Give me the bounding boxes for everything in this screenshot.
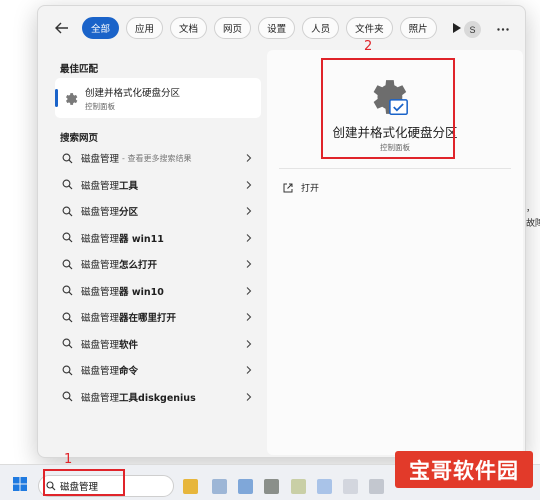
result-suggestion: 怎么打开	[119, 260, 158, 272]
result-query: 磁盘管理	[81, 313, 120, 325]
filter-chip[interactable]: 设置	[258, 17, 296, 39]
chevron-right-icon	[246, 339, 252, 348]
web-result-row[interactable]: 磁盘管理 分区	[51, 198, 263, 225]
result-suggestion: 命令	[119, 366, 139, 378]
taskbar-app-icon-4[interactable]	[264, 479, 279, 494]
back-button[interactable]	[50, 16, 74, 40]
best-match-title: 创建并格式化硬盘分区	[85, 87, 181, 99]
result-suggestion: 分区	[119, 207, 139, 219]
settings-gear-icon	[66, 93, 78, 105]
filter-chip[interactable]: 照片	[399, 17, 437, 39]
web-search-heading: 搜索网页	[60, 133, 99, 144]
taskbar-app-icon-6[interactable]	[317, 479, 332, 494]
web-results-list: 磁盘管理 - 查看更多搜索结果 磁盘管理 工具 磁盘管理 分区 磁盘管理器 win11 磁盘管…	[51, 145, 263, 410]
open-external-icon	[283, 183, 293, 192]
annotation-number-2: 2	[364, 39, 373, 54]
result-query: 磁盘管理	[81, 207, 120, 219]
background-text-1: ，	[526, 204, 536, 214]
taskbar-app-files-icon[interactable]	[183, 479, 198, 494]
web-result-row[interactable]: 磁盘管理 软件	[51, 331, 263, 358]
selection-bar	[55, 89, 58, 107]
filter-chip[interactable]: 文件夹	[346, 17, 393, 39]
web-result-row[interactable]: 磁盘管理 工具	[51, 172, 263, 199]
site-watermark: 宝哥软件园	[395, 451, 533, 488]
chevron-right-icon	[246, 154, 252, 162]
search-icon	[62, 338, 73, 349]
web-result-row[interactable]: 磁盘管理 - 查看更多搜索结果	[51, 145, 263, 172]
result-hint: - 查看更多搜索结果	[122, 153, 192, 163]
result-suggestion: 器 win11	[119, 233, 164, 245]
search-icon	[62, 365, 73, 376]
best-match-item[interactable]: 创建并格式化硬盘分区 控制面板	[55, 78, 261, 118]
filter-chip[interactable]: 全部	[82, 17, 120, 39]
annotation-box-1	[43, 469, 125, 496]
search-icon	[62, 206, 73, 217]
web-result-row[interactable]: 磁盘管理器 win11	[51, 225, 263, 252]
chevron-right-icon	[246, 233, 252, 242]
annotation-number-1: 1	[64, 452, 73, 467]
chevron-right-icon	[246, 366, 252, 374]
filter-chip[interactable]: 文档	[170, 17, 208, 39]
filter-chip[interactable]: 应用	[126, 17, 164, 39]
search-icon	[62, 179, 73, 190]
best-match-heading: 最佳匹配	[60, 64, 99, 75]
result-query: 磁盘管理	[81, 286, 120, 298]
result-query: 磁盘管理	[81, 366, 120, 378]
result-suggestion: 器 win10	[119, 286, 164, 298]
chevron-right-icon	[246, 260, 252, 268]
web-result-row[interactable]: 磁盘管理 工具diskgenius	[51, 384, 263, 411]
best-match-subtitle: 控制面板	[85, 101, 115, 111]
taskbar-app-icon-5[interactable]	[291, 479, 306, 494]
chevron-right-icon	[246, 207, 252, 215]
more-filters-button[interactable]	[448, 17, 466, 39]
more-options-button[interactable]	[493, 19, 513, 39]
avatar[interactable]: S	[464, 21, 481, 38]
results-column: 最佳匹配 创建并格式化硬盘分区 控制面板 搜索网页 磁盘管理 - 查看更多搜索结果…	[51, 50, 263, 455]
result-query: 磁盘管理	[81, 154, 120, 166]
windows-start-icon[interactable]	[13, 477, 27, 491]
taskbar-app-icon-3[interactable]	[238, 479, 253, 494]
search-icon	[62, 232, 73, 243]
result-query: 磁盘管理	[81, 233, 120, 245]
result-query: 磁盘管理	[81, 260, 120, 272]
search-icon	[62, 391, 73, 402]
taskbar-app-icon-2[interactable]	[212, 479, 227, 494]
web-result-row[interactable]: 磁盘管理 器在哪里打开	[51, 304, 263, 331]
result-suggestion: 工具diskgenius	[119, 392, 196, 404]
ellipsis-icon	[497, 27, 509, 31]
chevron-right-icon	[246, 286, 252, 295]
taskbar-app-icon-8[interactable]	[369, 479, 384, 494]
filter-chip[interactable]: 网页	[214, 17, 252, 39]
search-icon	[62, 259, 73, 270]
preview-divider	[279, 168, 511, 169]
result-query: 磁盘管理	[81, 392, 120, 404]
web-result-row[interactable]: 磁盘管理 命令	[51, 357, 263, 384]
result-query: 磁盘管理	[81, 339, 120, 351]
filter-chips: 全部 应用 文档 网页 设置 人员 文件夹 照片	[82, 17, 444, 39]
taskbar-app-icon-7[interactable]	[343, 479, 358, 494]
chevron-right-icon	[246, 392, 252, 401]
annotation-box-2	[321, 58, 455, 159]
result-suggestion: 工具	[119, 180, 139, 192]
chevron-right-icon	[246, 313, 252, 321]
result-query: 磁盘管理	[81, 180, 120, 192]
search-icon	[62, 312, 73, 323]
filter-chip[interactable]: 人员	[302, 17, 340, 39]
open-action[interactable]: 打开	[283, 181, 319, 194]
arrow-left-icon	[55, 22, 68, 34]
open-action-label: 打开	[301, 184, 320, 194]
web-result-row[interactable]: 磁盘管理 怎么打开	[51, 251, 263, 278]
result-suggestion: 器在哪里打开	[119, 313, 177, 325]
search-icon	[62, 153, 73, 164]
result-suggestion: 软件	[119, 339, 139, 351]
play-icon	[452, 23, 461, 33]
chevron-right-icon	[246, 180, 252, 189]
web-result-row[interactable]: 磁盘管理器 win10	[51, 278, 263, 305]
filter-bar: 全部 应用 文档 网页 设置 人员 文件夹 照片	[38, 6, 525, 50]
background-text-2: 故障	[526, 219, 540, 229]
search-icon	[62, 285, 73, 296]
